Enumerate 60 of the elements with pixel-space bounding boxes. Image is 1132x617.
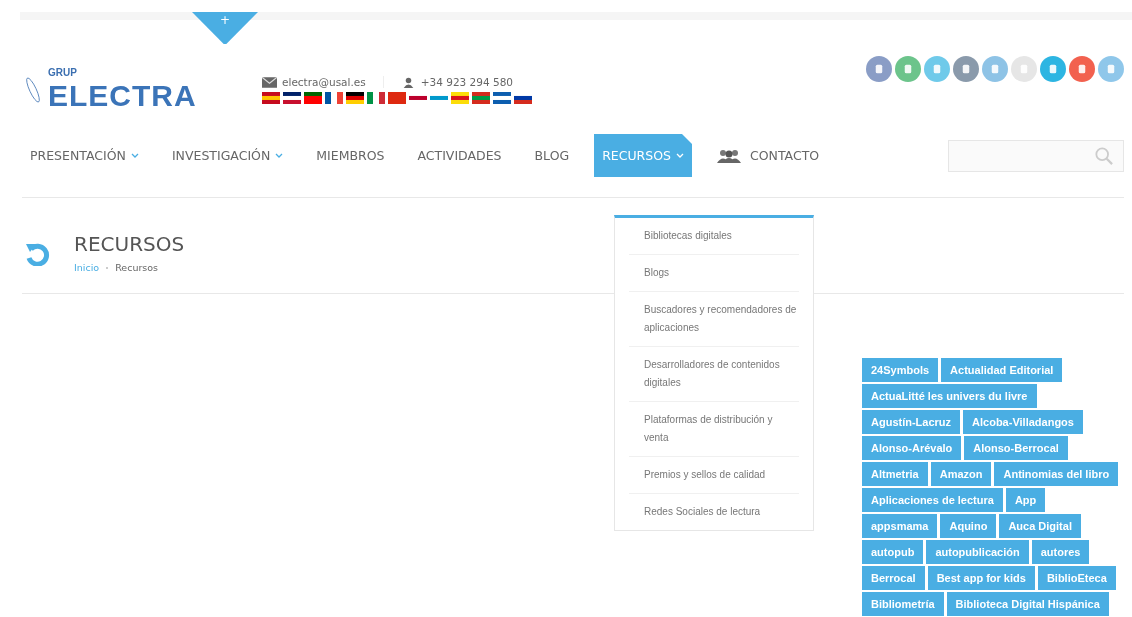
dropdown-menu-item[interactable]: Premios y sellos de calidad [629,457,799,494]
social-icon[interactable] [1098,56,1124,82]
phone-number: +34 923 294 580 [420,76,514,88]
tag-link[interactable]: 24Symbols [862,358,939,382]
dropdown-menu-item[interactable]: Buscadores y recomendadores de aplicaciones [629,292,799,347]
tag-link[interactable]: Alonso-Berrocal [964,436,1068,460]
logo[interactable]: GRUP ELECTRA [48,67,196,113]
social-icon[interactable] [895,56,921,82]
tag-link[interactable]: Agustín-Lacruz [862,410,961,434]
tag-link[interactable]: Actualidad Editorial [941,358,1063,382]
nav-menu-item[interactable]: RECURSOS [594,134,692,177]
page-title: RECURSOS [74,232,185,256]
flag-icon[interactable] [493,92,511,104]
dropdown-menu-item[interactable]: Blogs [629,255,799,292]
social-icon[interactable] [924,56,950,82]
tag-link[interactable]: autopub [862,540,924,564]
flag-icon[interactable] [325,92,343,104]
tag-link[interactable]: Alcoba-Villadangos [963,410,1083,434]
tag-link[interactable]: Amazon [930,462,992,486]
tag-link[interactable]: Best app for kids [927,566,1035,590]
tag-link[interactable]: ActuaLitté les univers du livre [862,384,1037,408]
tag-link[interactable]: Alonso-Arévalo [862,436,962,460]
tag-link[interactable]: Altmetria [862,462,928,486]
tag-link[interactable]: Biblioteca Digital Hispánica [946,592,1109,616]
tag-link[interactable]: App [1005,488,1046,512]
tag-link[interactable]: Auca Digital [999,514,1081,538]
email-link[interactable]: electra@usal.es [282,76,366,88]
panel-toggle-tab[interactable]: + [192,12,258,44]
nav-menu-item[interactable]: BLOG [526,134,578,177]
dropdown-menu-item[interactable]: Desarrolladores de contenidos digitales [629,347,799,402]
tag-link[interactable]: Antinomias del libro [994,462,1119,486]
envelope-icon [262,76,277,88]
tag-link[interactable]: Berrocal [862,566,925,590]
social-icon[interactable] [1069,56,1095,82]
flag-icon[interactable] [346,92,364,104]
nav-menu-item[interactable]: MIEMBROS [308,134,393,177]
tag-link[interactable]: autopublicación [926,540,1029,564]
social-icon[interactable] [1040,56,1066,82]
nav-menu-item[interactable]: PRESENTACIÓN [22,134,147,177]
flag-icon[interactable] [283,92,301,104]
tag-link[interactable]: Aquino [940,514,997,538]
people-icon [717,148,741,163]
search-icon [1095,146,1113,165]
social-icon[interactable] [953,56,979,82]
nav-menu-item[interactable]: ACTIVIDADES [409,134,510,177]
search-field[interactable] [948,139,1124,172]
tag-link[interactable]: Bibliometría [862,592,944,616]
dropdown-menu-item[interactable]: Bibliotecas digitales [629,218,799,255]
breadcrumb-current: Recursos [115,262,159,273]
nav-menu-item[interactable]: CONTACTO [709,134,828,177]
dropdown-menu-item[interactable]: Plataformas de distribución y venta [629,402,799,457]
social-icon[interactable] [866,56,892,82]
tag-link[interactable]: Aplicaciones de lectura [862,488,1003,512]
tag-link[interactable]: autores [1031,540,1090,564]
breadcrumb-link[interactable]: Inicio [74,262,100,273]
tag-link[interactable]: appsmama [862,514,938,538]
tag-link[interactable]: BiblioEteca [1037,566,1116,590]
nav-menu-item[interactable]: INVESTIGACIÓN [163,134,292,177]
social-icon[interactable] [982,56,1008,82]
dropdown-menu-item[interactable]: Redes Sociales de lectura [629,494,799,530]
